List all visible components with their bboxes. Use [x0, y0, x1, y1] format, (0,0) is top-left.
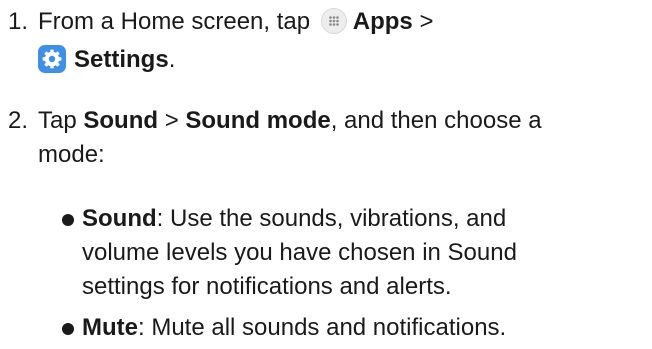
bullet-text: volume levels you have chosen in Sound	[82, 239, 517, 266]
step-text: From a Home screen, tap	[38, 8, 311, 35]
bullet-text: settings for notifications and alerts.	[82, 273, 452, 300]
bullet-line: Mute: Mute all sounds and notifications.	[82, 312, 506, 344]
bullet-dot	[62, 214, 74, 226]
bullet-text: : Mute all sounds and notifications.	[138, 314, 507, 341]
step-text: mode:	[38, 141, 105, 168]
sound-mode-label: Sound mode	[185, 107, 331, 134]
bullet-dot	[62, 323, 74, 335]
step-end: .	[168, 46, 176, 73]
settings-label: Settings	[74, 46, 169, 73]
step-text: Tap	[38, 107, 77, 134]
bullet-term: Mute	[82, 314, 138, 341]
step-line: mode:	[38, 139, 105, 171]
bullet-term: Sound	[82, 205, 157, 232]
bullet-line: volume levels you have chosen in Sound	[82, 237, 517, 269]
bullet-line: Sound: Use the sounds, vibrations, and	[82, 203, 506, 235]
apps-grid-icon	[320, 7, 347, 34]
step-line: Tap Sound > Sound mode, and then choose …	[38, 105, 542, 137]
separator: >	[164, 107, 179, 134]
step-text: , and then choose a	[330, 107, 542, 134]
step-line: From a Home screen, tap Apps >	[38, 6, 433, 38]
instructions-document: 1. From a Home screen, tap Apps > Settin…	[0, 0, 652, 349]
bullet-text: : Use the sounds, vibrations, and	[156, 205, 507, 232]
step-line: Settings.	[38, 44, 175, 76]
step-number: 1.	[8, 8, 29, 35]
settings-gear-icon	[38, 44, 66, 73]
bullet-line: settings for notifications and alerts.	[82, 271, 452, 303]
apps-label: Apps	[352, 8, 413, 35]
step-number: 2.	[8, 107, 29, 134]
separator: >	[419, 8, 434, 35]
sound-label: Sound	[83, 107, 159, 134]
